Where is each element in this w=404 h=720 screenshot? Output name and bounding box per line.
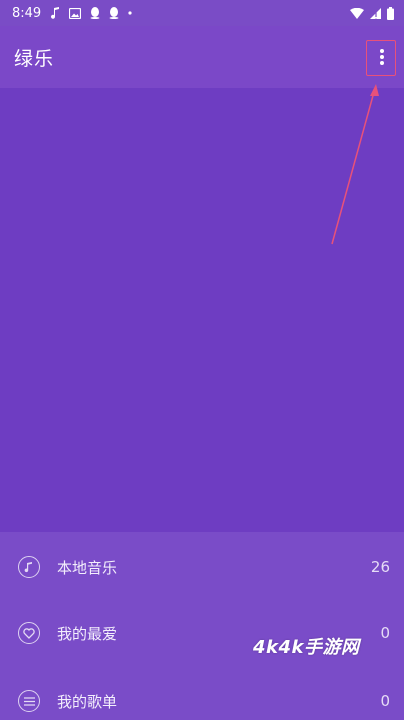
qq-icon xyxy=(109,7,119,19)
list-item-label: 我的最爱 xyxy=(57,624,118,643)
app-bar: 绿乐 xyxy=(0,26,404,88)
status-time: 8:49 xyxy=(12,5,42,21)
annotation-highlight-box xyxy=(366,40,396,76)
status-bar: 8:49 xyxy=(0,0,404,26)
header-banner xyxy=(0,88,404,532)
list-item-count: 0 xyxy=(380,624,390,642)
library-list: 本地音乐 26 我的最爱 0 我的歌单 0 xyxy=(0,532,404,720)
wifi-icon xyxy=(350,7,364,19)
list-item-count: 0 xyxy=(380,692,390,710)
signal-icon xyxy=(370,7,381,19)
list-item-local-music[interactable]: 本地音乐 26 xyxy=(0,536,404,598)
dot-icon xyxy=(128,11,132,15)
list-item-label: 本地音乐 xyxy=(57,558,118,577)
qq-icon xyxy=(90,7,100,19)
battery-icon xyxy=(387,6,394,20)
list-item-label: 我的歌单 xyxy=(57,692,118,711)
list-item-playlists[interactable]: 我的歌单 0 xyxy=(0,670,404,720)
app-title: 绿乐 xyxy=(14,47,55,70)
music-note-icon xyxy=(51,7,60,19)
music-disc-icon xyxy=(18,556,40,578)
status-notification-icons xyxy=(51,7,132,19)
list-item-count: 26 xyxy=(370,558,390,576)
heart-icon xyxy=(18,622,40,644)
image-icon xyxy=(69,7,82,19)
status-system-icons xyxy=(350,6,394,20)
playlist-icon xyxy=(18,690,40,712)
watermark-text: 4k4k手游网 xyxy=(253,637,360,658)
